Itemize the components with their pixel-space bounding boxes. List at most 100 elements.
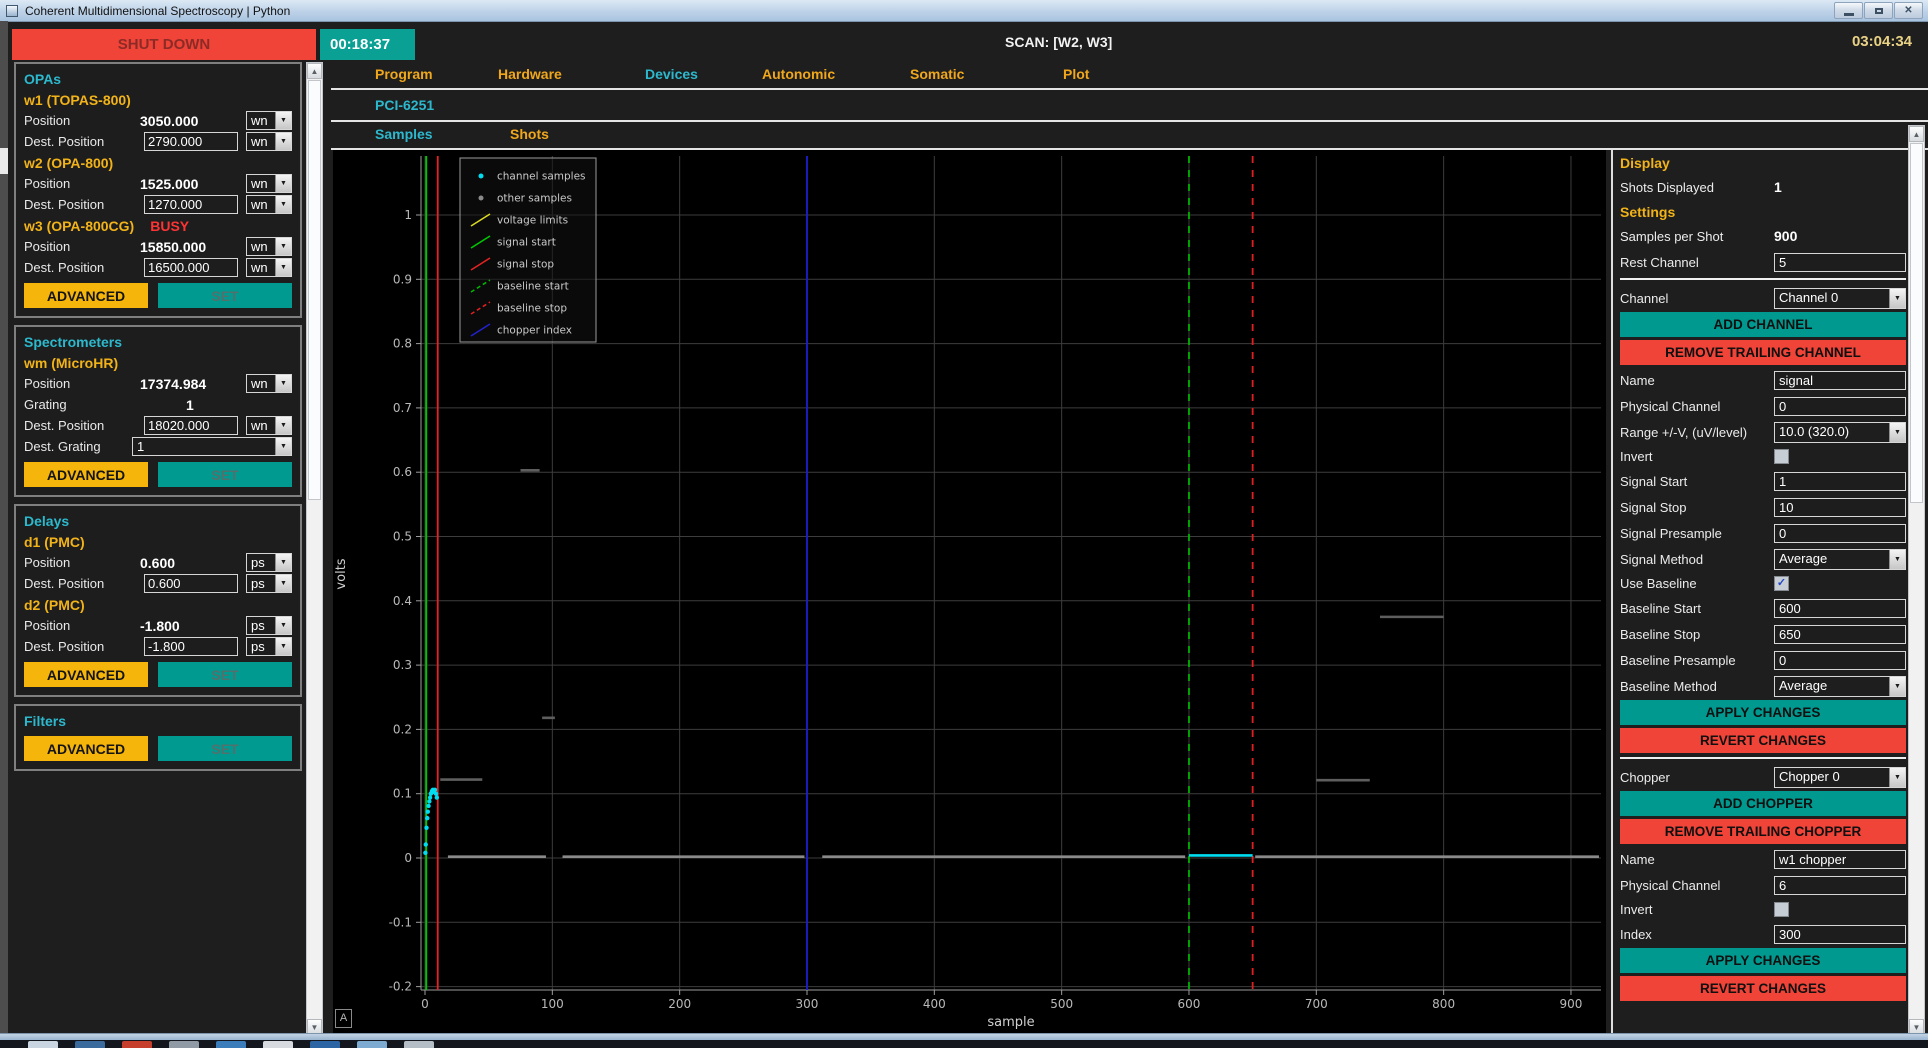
- dest-position-input[interactable]: [144, 637, 238, 656]
- maximize-button[interactable]: [1864, 2, 1893, 19]
- apply-changes-button[interactable]: APPLY CHANGES: [1620, 948, 1906, 973]
- unit-select[interactable]: wn▼: [246, 237, 292, 256]
- name-input[interactable]: [1774, 371, 1906, 390]
- revert-changes-button[interactable]: REVERT CHANGES: [1620, 728, 1906, 753]
- chevron-down-icon[interactable]: ▼: [275, 196, 291, 213]
- baseline-presample-input[interactable]: [1774, 651, 1906, 670]
- chevron-down-icon[interactable]: ▼: [1889, 677, 1905, 696]
- use-baseline-checkbox[interactable]: ✓: [1774, 576, 1789, 591]
- chevron-down-icon[interactable]: ▼: [275, 259, 291, 276]
- chopper-select[interactable]: Chopper 0▼: [1774, 767, 1906, 788]
- tab-devices[interactable]: Devices: [645, 66, 698, 82]
- tab-program[interactable]: Program: [375, 66, 433, 82]
- advanced-button[interactable]: ADVANCED: [24, 736, 148, 761]
- view-tab-shots[interactable]: Shots: [510, 126, 549, 142]
- shutdown-button[interactable]: SHUT DOWN: [12, 29, 316, 60]
- physical-channel-input[interactable]: [1774, 397, 1906, 416]
- scroll-up-button[interactable]: ▲: [1909, 126, 1924, 142]
- unit-select[interactable]: ps▼: [246, 616, 292, 635]
- chevron-down-icon[interactable]: ▼: [275, 175, 291, 192]
- unit-select[interactable]: wn▼: [246, 174, 292, 193]
- dest-position-input[interactable]: [144, 258, 238, 277]
- chevron-down-icon[interactable]: ▼: [1889, 289, 1905, 308]
- signal-presample-input[interactable]: [1774, 524, 1906, 543]
- invert-checkbox[interactable]: [1774, 902, 1789, 917]
- chevron-down-icon[interactable]: ▼: [275, 133, 291, 150]
- unit-select[interactable]: wn▼: [246, 258, 292, 277]
- chevron-down-icon[interactable]: ▼: [275, 238, 291, 255]
- unit-select[interactable]: ps▼: [246, 553, 292, 572]
- baseline-method-select[interactable]: Average▼: [1774, 676, 1906, 697]
- taskbar-icon[interactable]: [263, 1041, 293, 1048]
- dest-position-input[interactable]: [144, 574, 238, 593]
- settings-scrollbar[interactable]: ▲▼: [1908, 125, 1925, 1035]
- remove-trailing-chopper-button[interactable]: REMOVE TRAILING CHOPPER: [1620, 819, 1906, 844]
- dest-position-input[interactable]: [144, 132, 238, 151]
- set-button[interactable]: SET: [158, 283, 292, 308]
- sidebar-scrollbar[interactable]: ▲▼: [306, 62, 323, 1035]
- chevron-down-icon[interactable]: ▼: [275, 617, 291, 634]
- range-v-uv-level-select[interactable]: 10.0 (320.0)▼: [1774, 422, 1906, 443]
- taskbar-icon[interactable]: [404, 1041, 434, 1048]
- chevron-down-icon[interactable]: ▼: [275, 438, 291, 455]
- tab-plot[interactable]: Plot: [1063, 66, 1089, 82]
- advanced-button[interactable]: ADVANCED: [24, 662, 148, 687]
- dest-grating-select[interactable]: 1▼: [132, 437, 292, 456]
- scroll-thumb[interactable]: [1910, 143, 1923, 503]
- set-button[interactable]: SET: [158, 462, 292, 487]
- signal-stop-input[interactable]: [1774, 498, 1906, 517]
- taskbar-icon[interactable]: [122, 1041, 152, 1048]
- unit-select[interactable]: wn▼: [246, 195, 292, 214]
- os-taskbar[interactable]: [0, 1040, 1928, 1048]
- close-button[interactable]: ✕: [1894, 2, 1923, 19]
- scroll-up-button[interactable]: ▲: [307, 63, 322, 79]
- scroll-thumb[interactable]: [308, 80, 321, 500]
- taskbar-icon[interactable]: [310, 1041, 340, 1048]
- index-input[interactable]: [1774, 925, 1906, 944]
- taskbar-icon[interactable]: [169, 1041, 199, 1048]
- set-button[interactable]: SET: [158, 736, 292, 761]
- view-tab-samples[interactable]: Samples: [375, 126, 433, 142]
- chevron-down-icon[interactable]: ▼: [275, 375, 291, 392]
- unit-select[interactable]: ps▼: [246, 574, 292, 593]
- window-titlebar[interactable]: Coherent Multidimensional Spectroscopy |…: [0, 0, 1928, 22]
- signal-method-select[interactable]: Average▼: [1774, 549, 1906, 570]
- apply-changes-button[interactable]: APPLY CHANGES: [1620, 700, 1906, 725]
- baseline-start-input[interactable]: [1774, 599, 1906, 618]
- chevron-down-icon[interactable]: ▼: [1889, 423, 1905, 442]
- plot-canvas[interactable]: 0100200300400500600700800900-0.2-0.100.1…: [333, 150, 1606, 1035]
- unit-select[interactable]: ps▼: [246, 637, 292, 656]
- tab-pci-6251[interactable]: PCI-6251: [375, 97, 434, 113]
- taskbar-icon[interactable]: [75, 1041, 105, 1048]
- remove-trailing-channel-button[interactable]: REMOVE TRAILING CHANNEL: [1620, 340, 1906, 365]
- tab-autonomic[interactable]: Autonomic: [762, 66, 835, 82]
- samples-plot[interactable]: 0100200300400500600700800900-0.2-0.100.1…: [333, 150, 1606, 1035]
- signal-start-input[interactable]: [1774, 472, 1906, 491]
- baseline-stop-input[interactable]: [1774, 625, 1906, 644]
- dest-position-input[interactable]: [144, 195, 238, 214]
- unit-select[interactable]: wn▼: [246, 111, 292, 130]
- taskbar-icon[interactable]: [357, 1041, 387, 1048]
- set-button[interactable]: SET: [158, 662, 292, 687]
- chevron-down-icon[interactable]: ▼: [275, 575, 291, 592]
- taskbar-icon[interactable]: [28, 1041, 58, 1048]
- chevron-down-icon[interactable]: ▼: [275, 112, 291, 129]
- unit-select[interactable]: wn▼: [246, 374, 292, 393]
- unit-select[interactable]: wn▼: [246, 132, 292, 151]
- tab-hardware[interactable]: Hardware: [498, 66, 562, 82]
- advanced-button[interactable]: ADVANCED: [24, 462, 148, 487]
- channel-select[interactable]: Channel 0▼: [1774, 288, 1906, 309]
- revert-changes-button[interactable]: REVERT CHANGES: [1620, 976, 1906, 1001]
- invert-checkbox[interactable]: [1774, 449, 1789, 464]
- tab-somatic[interactable]: Somatic: [910, 66, 964, 82]
- dest-position-input[interactable]: [144, 416, 238, 435]
- chevron-down-icon[interactable]: ▼: [275, 638, 291, 655]
- advanced-button[interactable]: ADVANCED: [24, 283, 148, 308]
- add-channel-button[interactable]: ADD CHANNEL: [1620, 312, 1906, 337]
- rest-channel-input[interactable]: [1774, 253, 1906, 272]
- unit-select[interactable]: wn▼: [246, 416, 292, 435]
- minimize-button[interactable]: [1834, 2, 1863, 19]
- autoscale-button[interactable]: A: [335, 1009, 352, 1028]
- chevron-down-icon[interactable]: ▼: [1889, 550, 1905, 569]
- chevron-down-icon[interactable]: ▼: [1889, 768, 1905, 787]
